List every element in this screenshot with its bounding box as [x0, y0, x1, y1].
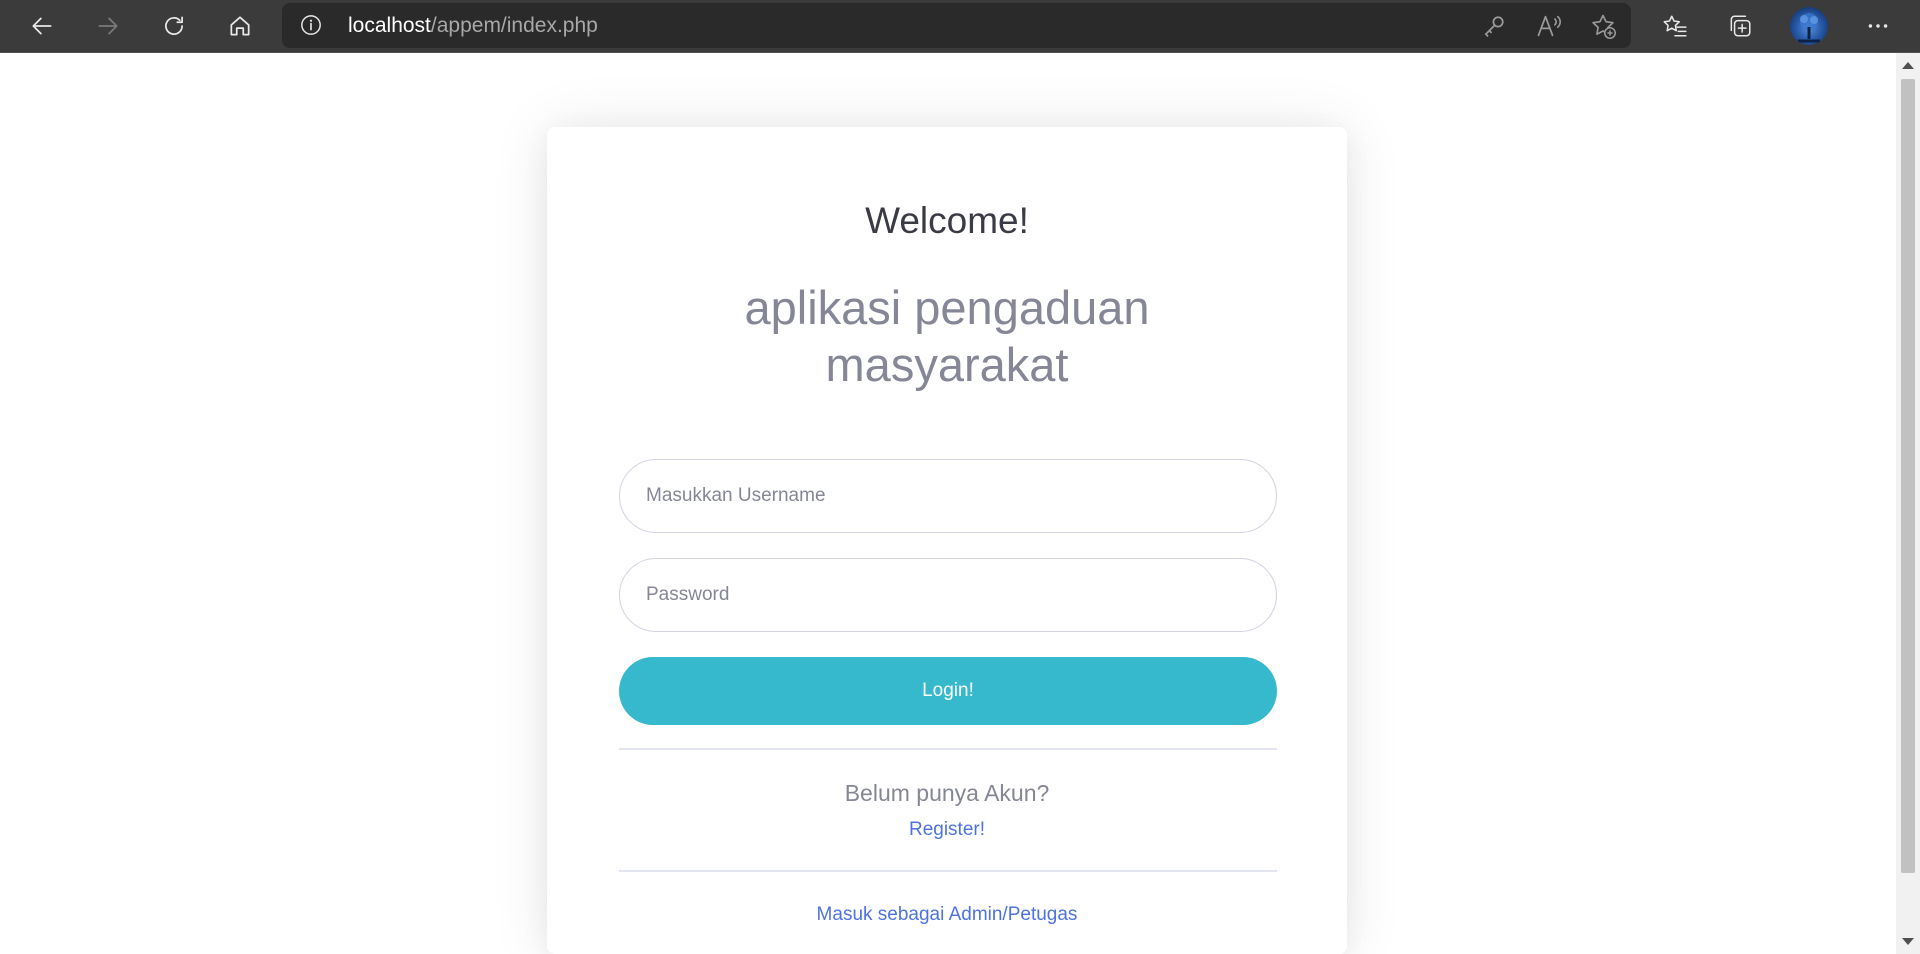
star-plus-icon[interactable] [1589, 12, 1617, 40]
welcome-heading: Welcome! [865, 200, 1029, 241]
refresh-icon [165, 16, 183, 35]
scrollbar-thumb[interactable] [1901, 79, 1915, 873]
info-icon[interactable] [300, 14, 322, 36]
url-text[interactable]: localhost/appem/index.php [348, 15, 598, 37]
page-viewport: Welcome! aplikasi pengaduan masyarakat L… [0, 53, 1896, 954]
divider [619, 748, 1277, 750]
forward-button[interactable] [90, 8, 126, 44]
browser-toolbar: localhost/appem/index.php [0, 0, 1920, 53]
password-input[interactable] [619, 558, 1277, 632]
app-title-line-2: masyarakat [825, 338, 1069, 391]
no-account-text: Belum punya Akun? [844, 780, 1050, 806]
url-host: localhost [348, 14, 431, 37]
more-button[interactable] [1860, 8, 1896, 44]
arrow-left-icon [32, 17, 52, 35]
arrow-right-icon [98, 17, 118, 35]
divider [619, 870, 1277, 872]
refresh-button[interactable] [156, 8, 192, 44]
admin-login-link-row: Masuk sebagai Admin/Petugas [547, 903, 1347, 927]
home-button[interactable] [222, 8, 258, 44]
scroll-up-arrow-icon[interactable] [1902, 62, 1914, 69]
key-icon[interactable] [1480, 12, 1508, 40]
app-title-line-1: aplikasi pengaduan [744, 281, 1150, 334]
avatar[interactable] [1790, 7, 1828, 45]
address-bar[interactable]: localhost/appem/index.php [282, 3, 1631, 48]
login-button[interactable]: Login! [619, 657, 1277, 725]
username-input[interactable] [619, 459, 1277, 533]
admin-login-link[interactable]: Masuk sebagai Admin/Petugas [817, 904, 1078, 925]
favorites-list-icon [1663, 15, 1687, 37]
favorites-button[interactable] [1657, 8, 1693, 44]
vertical-scrollbar[interactable] [1896, 53, 1920, 954]
back-button[interactable] [24, 8, 60, 44]
collections-icon [1730, 15, 1751, 37]
register-link-row: Register! [547, 818, 1347, 842]
collections-button[interactable] [1722, 8, 1758, 44]
scroll-down-arrow-icon[interactable] [1902, 938, 1914, 945]
app-title: aplikasi pengaduan masyarakat [547, 279, 1347, 393]
home-icon [230, 16, 250, 36]
more-horizontal-icon [1868, 24, 1888, 28]
read-aloud-icon[interactable] [1535, 12, 1563, 40]
url-path: /appem/index.php [430, 14, 598, 37]
login-card: Welcome! aplikasi pengaduan masyarakat L… [547, 127, 1347, 954]
register-link[interactable]: Register! [909, 819, 985, 840]
profile-picture-icon [1798, 13, 1820, 43]
